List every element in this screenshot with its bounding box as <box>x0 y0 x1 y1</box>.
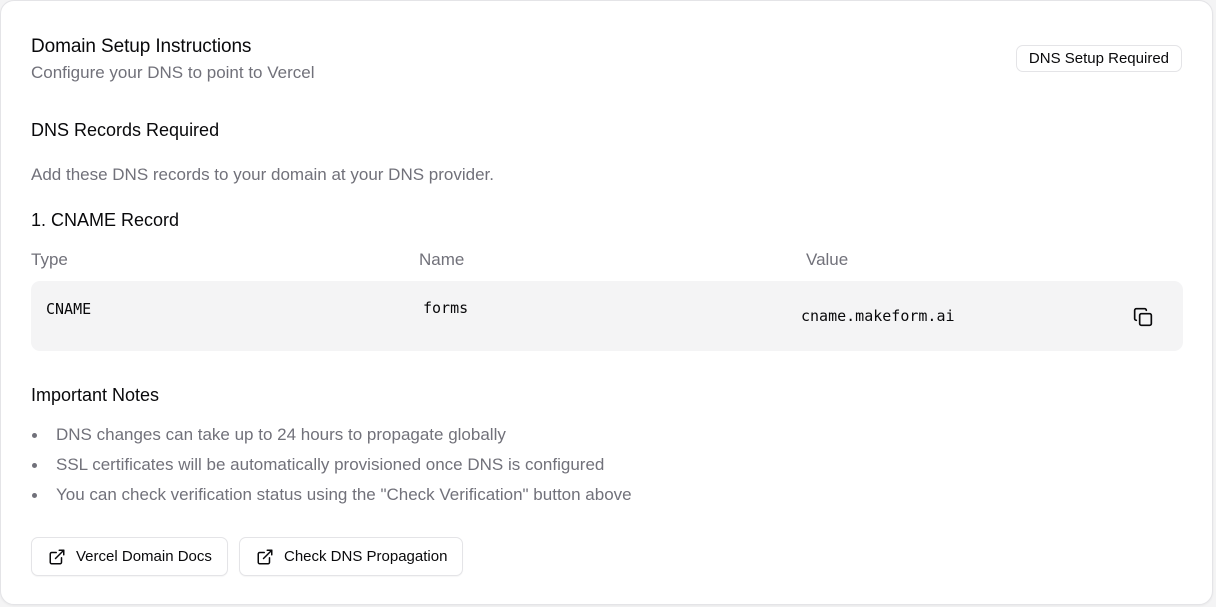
dns-record-row: CNAME forms cname.makeform.ai <box>31 281 1183 351</box>
important-notes-heading: Important Notes <box>31 385 160 405</box>
card-header: Domain Setup Instructions Configure your… <box>31 35 1182 84</box>
page-title: Domain Setup Instructions <box>31 36 252 57</box>
notes-list: DNS changes can take up to 24 hours to p… <box>31 420 632 510</box>
column-header-name: Name <box>419 250 465 269</box>
bullet <box>32 463 37 468</box>
bullet <box>32 433 37 438</box>
check-dns-propagation-label: Check DNS Propagation <box>284 548 448 565</box>
bullet <box>32 493 37 498</box>
list-item: DNS changes can take up to 24 hours to p… <box>31 420 632 450</box>
dns-records-heading: DNS Records Required <box>31 120 220 140</box>
copy-icon <box>1133 307 1153 327</box>
check-dns-propagation-button[interactable]: Check DNS Propagation <box>239 537 464 576</box>
record-type: CNAME <box>46 300 92 318</box>
note-text: You can check verification status using … <box>56 485 632 504</box>
status-badge: DNS Setup Required <box>1015 45 1182 72</box>
note-text: DNS changes can take up to 24 hours to p… <box>56 425 506 444</box>
page-subtitle: Configure your DNS to point to Vercel <box>31 63 315 82</box>
note-text: SSL certificates will be automatically p… <box>56 455 605 474</box>
column-header-value: Value <box>806 250 849 269</box>
vercel-domain-docs-label: Vercel Domain Docs <box>76 548 212 565</box>
external-link-icon <box>257 549 273 564</box>
cname-record-heading: 1. CNAME Record <box>31 210 180 230</box>
record-name: forms <box>423 299 469 317</box>
list-item: SSL certificates will be automatically p… <box>31 450 632 480</box>
external-link-icon <box>49 549 65 564</box>
domain-setup-card: Domain Setup Instructions Configure your… <box>0 0 1213 605</box>
column-header-type: Type <box>31 250 68 269</box>
record-value: cname.makeform.ai <box>801 307 955 325</box>
dns-records-description: Add these DNS records to your domain at … <box>31 165 494 184</box>
copy-value-button[interactable] <box>1130 304 1156 330</box>
vercel-domain-docs-button[interactable]: Vercel Domain Docs <box>31 537 228 576</box>
list-item: You can check verification status using … <box>31 480 632 510</box>
